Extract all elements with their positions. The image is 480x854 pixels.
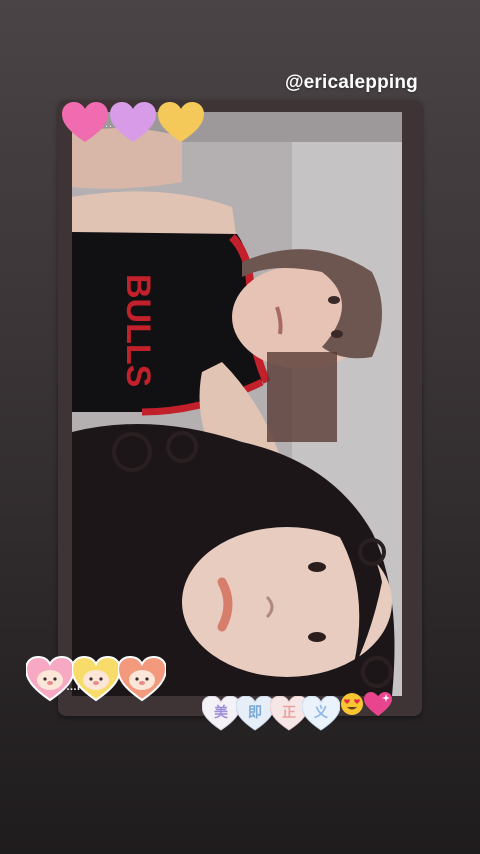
- yellow-face-heart-icon: [72, 656, 120, 702]
- pink-heart-icon: [62, 102, 108, 142]
- pink-face-heart-icon: [26, 656, 74, 702]
- sparkling-heart-emoji-icon: [364, 692, 392, 716]
- char-badge-1-icon: 美: [202, 696, 240, 731]
- orange-face-heart-icon: [118, 656, 166, 702]
- heart-eyes-emoji-icon: [341, 693, 363, 715]
- char-badge-2-icon: 即: [236, 696, 274, 731]
- purple-heart-icon: [110, 102, 156, 142]
- char-badge-1-text: 美: [214, 704, 229, 721]
- char-badge-4-text: 义: [314, 704, 328, 721]
- char-badge-4-icon: 义: [302, 696, 340, 731]
- mention-tag[interactable]: @ericalepping: [285, 72, 418, 94]
- jersey-text: BULLS: [119, 274, 157, 387]
- char-badge-2-text: 即: [248, 705, 262, 721]
- yellow-heart-icon: [158, 102, 204, 142]
- story-photo: BULLS: [72, 112, 402, 696]
- char-badge-3-text: 正: [282, 705, 296, 721]
